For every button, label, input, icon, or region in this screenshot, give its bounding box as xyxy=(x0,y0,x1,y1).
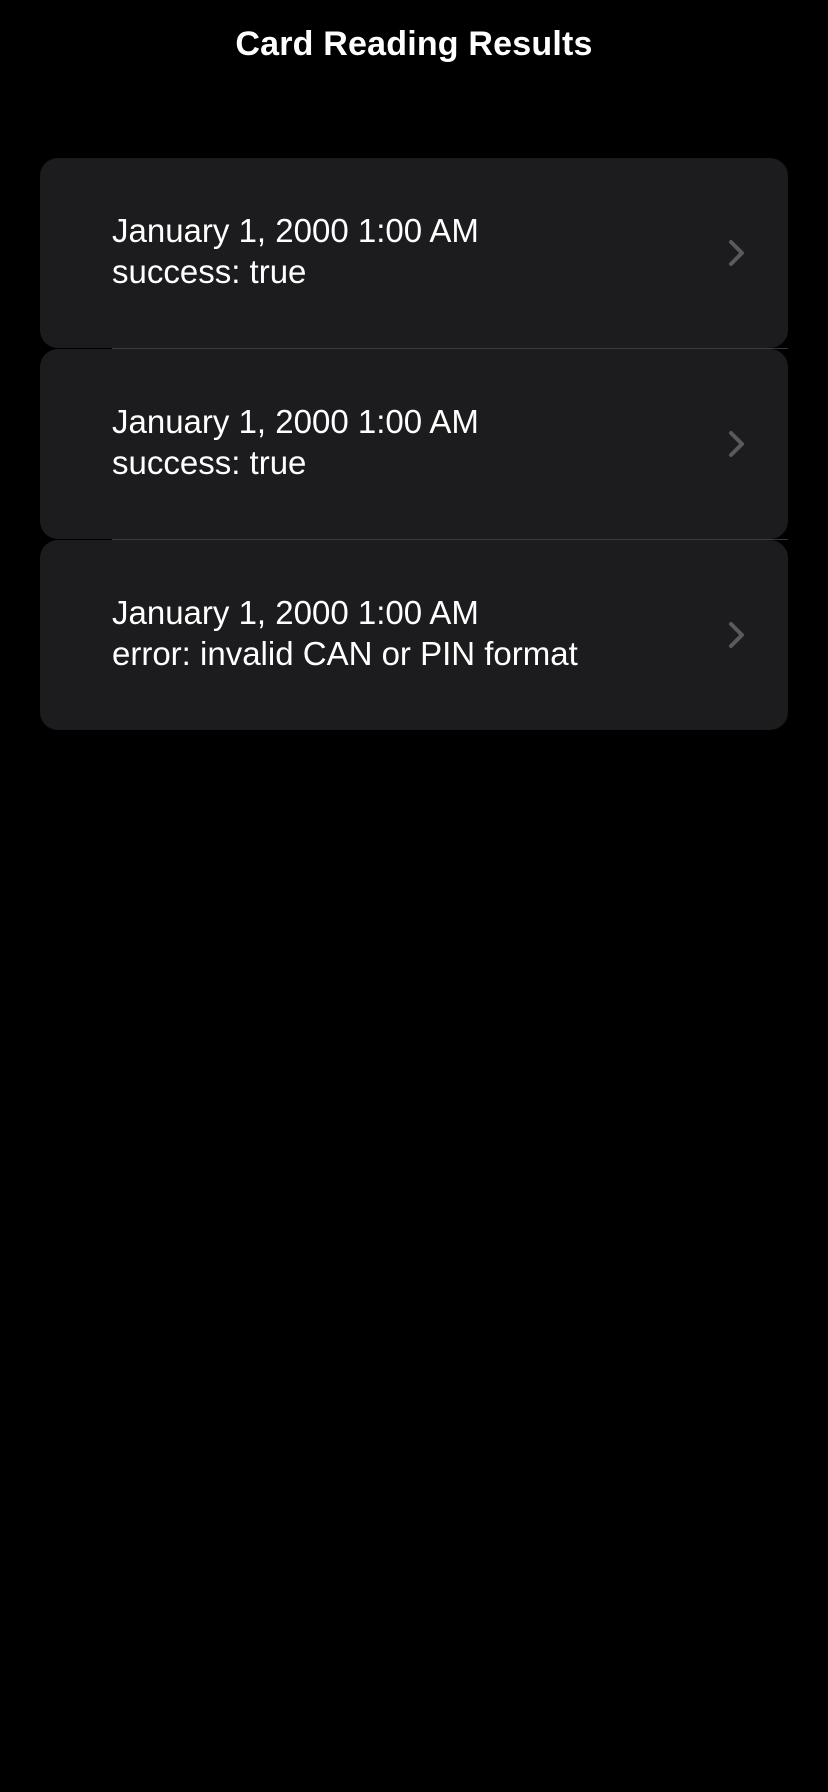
item-status: success: true xyxy=(112,444,307,481)
navigation-bar: Card Reading Results xyxy=(0,0,828,90)
list-item[interactable]: January 1, 2000 1:00 AM success: true xyxy=(40,349,788,539)
item-status: success: true xyxy=(112,253,307,290)
item-date: January 1, 2000 1:00 AM xyxy=(112,594,479,631)
item-text: January 1, 2000 1:00 AM error: invalid C… xyxy=(112,592,578,674)
item-text: January 1, 2000 1:00 AM success: true xyxy=(112,210,479,292)
results-list: January 1, 2000 1:00 AM success: true Ja… xyxy=(40,158,788,730)
page-title: Card Reading Results xyxy=(235,25,593,63)
chevron-right-icon xyxy=(718,617,754,653)
item-text: January 1, 2000 1:00 AM success: true xyxy=(112,401,479,483)
list-item[interactable]: January 1, 2000 1:00 AM success: true xyxy=(40,158,788,348)
item-date: January 1, 2000 1:00 AM xyxy=(112,403,479,440)
chevron-right-icon xyxy=(718,235,754,271)
item-status: error: invalid CAN or PIN format xyxy=(112,635,578,672)
list-item[interactable]: January 1, 2000 1:00 AM error: invalid C… xyxy=(40,540,788,730)
item-date: January 1, 2000 1:00 AM xyxy=(112,212,479,249)
chevron-right-icon xyxy=(718,426,754,462)
